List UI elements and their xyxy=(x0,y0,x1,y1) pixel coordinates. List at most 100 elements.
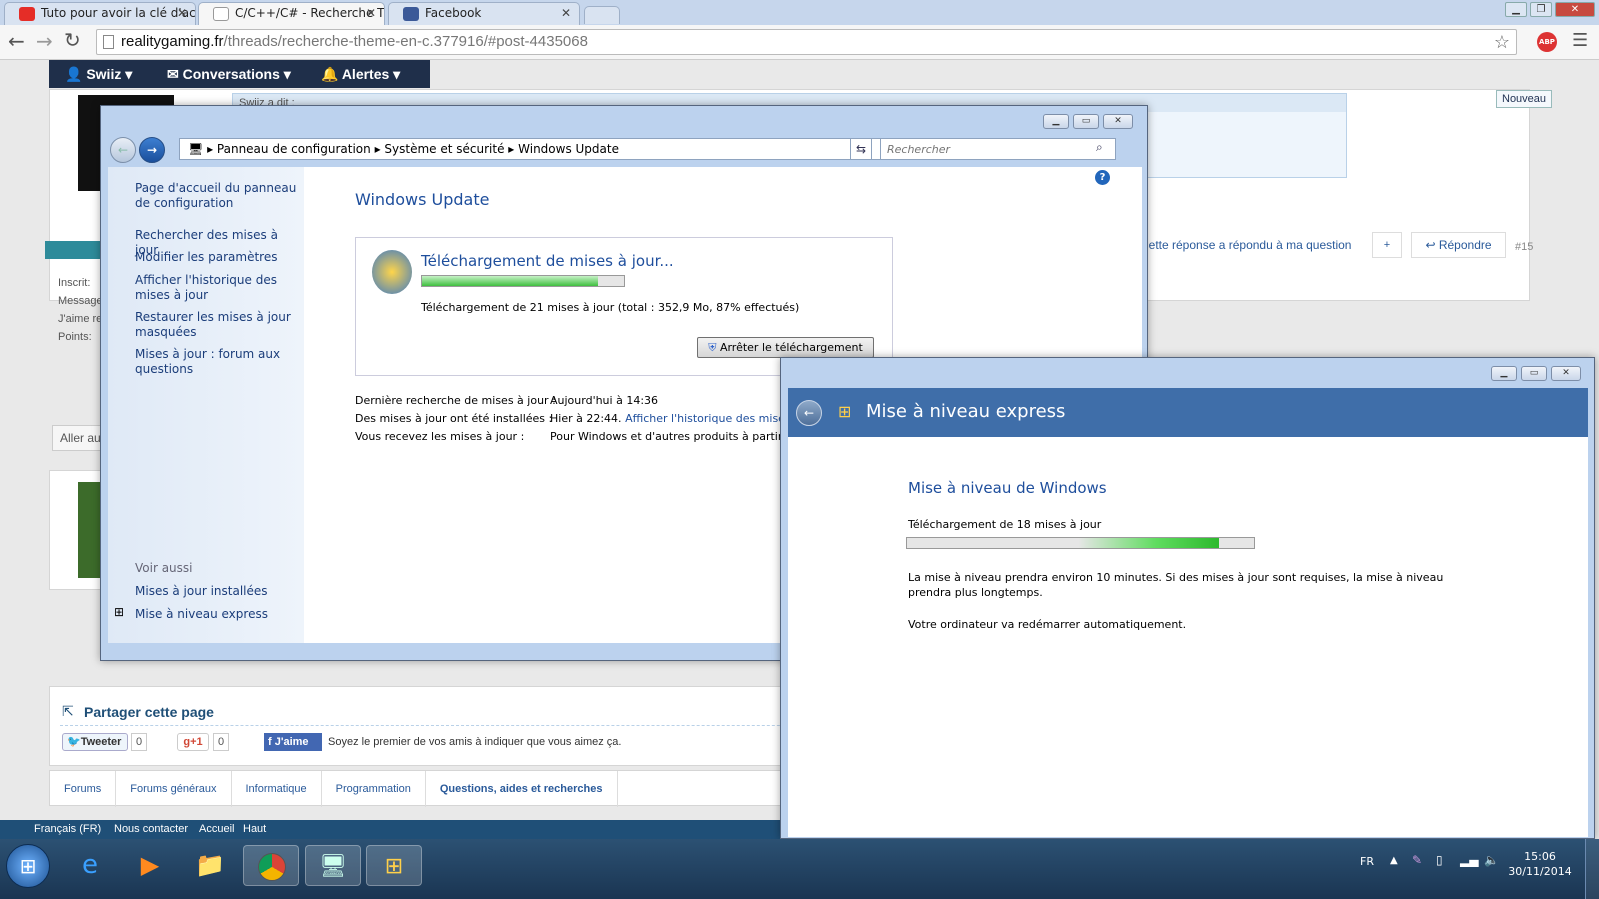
refresh-icon[interactable]: ⇆ xyxy=(850,138,872,160)
browser-tab[interactable]: Facebook ✕ xyxy=(388,2,580,25)
address-segment[interactable]: Windows Update xyxy=(518,142,619,156)
fb-like-button[interactable]: f J'aime xyxy=(264,733,322,751)
file-explorer-icon[interactable]: 📁 xyxy=(182,845,238,886)
show-desktop-button[interactable] xyxy=(1585,839,1599,899)
forward-icon[interactable]: → xyxy=(139,137,165,163)
express-upgrade-window: ▁ ▭ ✕ ← ⊞ Mise à niveau express Mise à n… xyxy=(780,357,1595,839)
sidebar-home-link[interactable]: Page d'accueil du panneau de configurati… xyxy=(135,181,300,211)
gplus-button[interactable]: g+1 xyxy=(177,733,209,751)
clock[interactable]: 15:06 30/11/2014 xyxy=(1508,849,1572,879)
media-player-icon[interactable]: ▶ xyxy=(122,845,178,886)
new-tab-button[interactable] xyxy=(584,6,620,24)
express-content: Mise à niveau de Windows Téléchargement … xyxy=(788,437,1588,837)
breadcrumb-item[interactable]: Forums xyxy=(50,771,117,807)
close-icon[interactable]: ✕ xyxy=(1551,366,1581,381)
help-icon[interactable]: ? xyxy=(1095,170,1110,185)
gplus-count: 0 xyxy=(213,733,229,751)
download-heading: Téléchargement de mises à jour... xyxy=(421,252,674,270)
minimize-icon[interactable]: ▁ xyxy=(1043,114,1069,129)
chrome-taskbar-button[interactable] xyxy=(243,845,299,886)
close-icon[interactable]: ✕ xyxy=(1555,2,1595,17)
download-panel: Téléchargement de mises à jour... Téléch… xyxy=(355,237,893,376)
update-info-labels: Dernière recherche de mises à jour : Des … xyxy=(355,394,556,443)
back-icon[interactable]: ← xyxy=(796,400,822,426)
browser-tab-active[interactable]: C/C++/C# - Recherche Th ✕ xyxy=(198,2,385,25)
alerts-menu[interactable]: 🔔 Alertes ▾ xyxy=(321,66,400,83)
chevron-up-icon[interactable]: ▲ xyxy=(1390,855,1398,866)
start-button[interactable]: ⊞ xyxy=(6,844,50,888)
sidebar-link[interactable]: Restaurer les mises à jour masquées xyxy=(135,310,300,340)
search-input[interactable] xyxy=(880,138,1116,160)
sidebar-link[interactable]: Modifier les paramètres xyxy=(135,250,300,265)
express-heading: Mise à niveau de Windows xyxy=(908,479,1107,497)
restore-icon[interactable]: ❐ xyxy=(1530,2,1552,17)
conversations-menu[interactable]: ✉ Conversations ▾ xyxy=(167,66,291,83)
footer-link[interactable]: Haut xyxy=(243,820,266,839)
footer-link[interactable]: Français (FR) xyxy=(34,820,101,839)
bookmark-star-icon[interactable]: ☆ xyxy=(1494,30,1510,54)
address-segment[interactable]: Système et sécurité xyxy=(384,142,504,156)
breadcrumb-item[interactable]: Informatique xyxy=(232,771,322,807)
back-icon[interactable]: ← xyxy=(8,29,25,53)
twitter-icon: 🐦 xyxy=(67,736,81,748)
close-tab-icon[interactable]: ✕ xyxy=(177,3,187,24)
minimize-icon[interactable]: ▁ xyxy=(1491,366,1517,381)
maximize-icon[interactable]: ▭ xyxy=(1073,114,1099,129)
see-also-label: Voir aussi xyxy=(135,561,193,575)
address-segment[interactable]: Panneau de configuration xyxy=(217,142,371,156)
forum-top-nav: 👤 Swiiz ▾ ✉ Conversations ▾ 🔔 Alertes ▾ xyxy=(49,60,430,88)
windows-logo-icon: ⊞ xyxy=(838,402,852,421)
battery-icon[interactable]: ▯ xyxy=(1436,853,1443,867)
pen-icon[interactable]: ✎ xyxy=(1412,853,1422,867)
plus-button[interactable]: + xyxy=(1372,232,1402,258)
maximize-icon[interactable]: ▭ xyxy=(1521,366,1547,381)
stop-download-button[interactable]: ⛨ Arrêter le téléchargement xyxy=(697,337,874,358)
sidebar-link[interactable]: Mises à jour installées xyxy=(135,584,268,599)
control-panel-icon[interactable]: 🖥 xyxy=(305,845,361,886)
answered-button[interactable]: Cette réponse a répondu à ma question xyxy=(1140,238,1351,252)
reply-button[interactable]: ↩ Répondre xyxy=(1411,232,1506,258)
volume-icon[interactable]: 🔈 xyxy=(1484,853,1499,867)
clock-date: 30/11/2014 xyxy=(1508,865,1572,878)
back-icon[interactable]: ← xyxy=(110,137,136,163)
share-icon: ⇱ xyxy=(62,704,74,720)
windows-logo-icon[interactable]: ⊞ xyxy=(366,845,422,886)
address-bar[interactable]: realitygaming.fr/threads/recherche-theme… xyxy=(96,29,1517,55)
breadcrumb-item[interactable]: Forums généraux xyxy=(116,771,232,807)
reply-icon: ↩ xyxy=(1425,238,1439,252)
url-host: realitygaming.fr xyxy=(121,33,224,50)
internet-explorer-icon[interactable]: e xyxy=(62,845,118,886)
browser-tab[interactable]: Tuto pour avoir la clé d'ac ✕ xyxy=(4,2,196,25)
sidebar-link[interactable]: Mise à niveau express xyxy=(135,607,268,622)
express-note: La mise à niveau prendra environ 10 minu… xyxy=(908,571,1444,599)
history-link[interactable]: Afficher l'historique des mises à xyxy=(625,412,801,425)
user-menu[interactable]: 👤 Swiiz ▾ xyxy=(65,66,132,83)
breadcrumb-item[interactable]: Programmation xyxy=(322,771,426,807)
address-bar[interactable]: 🖥 ▸ Panneau de configuration ▸ Système e… xyxy=(179,138,904,160)
tweet-button[interactable]: 🐦Tweeter xyxy=(62,733,128,751)
language-indicator[interactable]: FR xyxy=(1360,855,1374,868)
network-icon[interactable]: ▂▄ xyxy=(1460,853,1478,867)
close-icon[interactable]: ✕ xyxy=(1103,114,1133,129)
close-tab-icon[interactable]: ✕ xyxy=(561,3,571,24)
menu-icon[interactable]: ☰ xyxy=(1572,30,1588,51)
express-restart-note: Votre ordinateur va redémarrer automatiq… xyxy=(908,618,1187,631)
minimize-icon[interactable]: ▁ xyxy=(1505,2,1527,17)
divider xyxy=(60,725,840,726)
share-panel: ⇱ Partager cette page 🐦Tweeter 0 g+1 0 f… xyxy=(49,686,849,766)
forward-icon[interactable]: → xyxy=(36,29,53,53)
breadcrumb-item-current[interactable]: Questions, aides et recherches xyxy=(426,771,618,807)
search-icon[interactable]: ⌕ xyxy=(1096,140,1103,155)
express-title: Mise à niveau express xyxy=(866,401,1066,422)
sidebar-link[interactable]: Afficher l'historique des mises à jour xyxy=(135,273,300,303)
footer-link[interactable]: Accueil xyxy=(199,820,234,839)
adblock-icon[interactable]: ABP xyxy=(1537,32,1557,52)
close-tab-icon[interactable]: ✕ xyxy=(366,3,376,24)
footer-link[interactable]: Nous contacter xyxy=(114,820,188,839)
control-panel-icon: 🖥 xyxy=(188,142,204,156)
post-number: #15 xyxy=(1515,241,1534,253)
tab-title: Facebook xyxy=(425,6,482,20)
reload-icon[interactable]: ↻ xyxy=(64,28,81,52)
windows-update-icon xyxy=(372,250,412,294)
sidebar-link[interactable]: Mises à jour : forum aux questions xyxy=(135,347,300,377)
